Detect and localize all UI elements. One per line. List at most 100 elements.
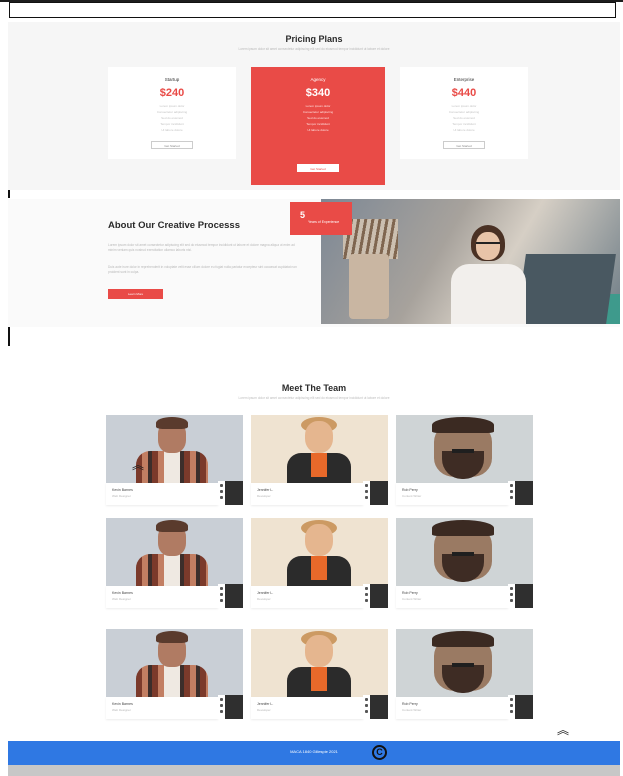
copyright-text: MACA 1840 Gillespie 2021 (290, 749, 338, 754)
plan-price: $340 (305, 87, 331, 99)
plan-price: $240 (159, 87, 185, 99)
team-section: Meet The Team Lorem ipsum dolor sit amet… (8, 363, 620, 741)
member-photo (251, 629, 388, 697)
plan-name: Enterprise (453, 77, 475, 82)
plan-feature: Ut labore dolore (161, 128, 183, 132)
team-card[interactable]: Jennifer L. Developer (251, 518, 388, 608)
team-card[interactable]: Rob Perry Content Writer (396, 629, 533, 719)
social-links[interactable] (363, 481, 370, 505)
team-card[interactable]: Jennifer L. Developer (251, 415, 388, 505)
experience-badge: 5Years of Experience (290, 202, 352, 235)
member-name: Kevin Barnes (112, 702, 133, 706)
social-links[interactable] (508, 481, 515, 505)
member-name: Rob Perry (402, 702, 418, 706)
member-role: Content Writer (402, 494, 422, 498)
address-bar[interactable] (9, 2, 616, 18)
plan-features: Lorem ipsum dolor Consectetur adipiscing… (410, 103, 518, 133)
member-photo (251, 415, 388, 483)
card-shadow (225, 584, 243, 608)
team-card[interactable]: Rob Perry Content Writer (396, 415, 533, 505)
team-subtitle: Lorem ipsum dolor sit amet consectetur a… (238, 396, 390, 400)
card-shadow (370, 695, 388, 719)
team-card[interactable]: Kevin Barnes Web Designer (106, 415, 243, 505)
member-photo (106, 518, 243, 586)
card-shadow (515, 584, 533, 608)
team-card[interactable]: Rob Perry Content Writer (396, 518, 533, 608)
member-role: Developer (257, 494, 271, 498)
social-links[interactable] (363, 584, 370, 608)
about-title: About Our Creative Processs (108, 220, 240, 231)
team-card[interactable]: Jennifer L. Developer (251, 629, 388, 719)
about-section: About Our Creative Processs Lorem ipsum … (8, 199, 620, 327)
member-info: Rob Perry Content Writer (396, 586, 508, 608)
member-photo (251, 518, 388, 586)
member-role: Developer (257, 708, 271, 712)
plan-button[interactable]: Get Started (297, 164, 339, 172)
member-photo (106, 415, 243, 483)
plan-card-enterprise: Enterprise $440 Lorem ipsum dolor Consec… (400, 67, 528, 159)
plan-features: Lorem ipsum dolor Consectetur adipiscing… (261, 103, 375, 133)
member-info: Jennifer L. Developer (251, 586, 363, 608)
member-info: Jennifer L. Developer (251, 483, 363, 505)
member-name: Jennifer L. (257, 702, 274, 706)
member-name: Jennifer L. (257, 488, 274, 492)
member-photo (396, 629, 533, 697)
card-shadow (225, 481, 243, 505)
about-photo (321, 199, 620, 324)
team-card[interactable]: Kevin Barnes Web Designer (106, 518, 243, 608)
member-role: Developer (257, 597, 271, 601)
member-role: Content Writer (402, 597, 422, 601)
member-info: Kevin Barnes Web Designer (106, 483, 218, 505)
social-links[interactable] (363, 695, 370, 719)
bottom-scrollbar[interactable] (8, 765, 620, 776)
member-name: Kevin Barnes (112, 591, 133, 595)
member-photo (396, 415, 533, 483)
team-card[interactable]: Kevin Barnes Web Designer (106, 629, 243, 719)
card-shadow (370, 584, 388, 608)
back-to-top-icon[interactable]: ︽ (557, 724, 569, 736)
plan-features: Lorem ipsum dolor Consectetur adipiscing… (118, 103, 226, 133)
member-role: Web Designer (112, 494, 131, 498)
member-info: Jennifer L. Developer (251, 697, 363, 719)
learn-more-button[interactable]: Learn More (108, 289, 163, 299)
member-name: Rob Perry (402, 488, 418, 492)
badge-text: Years of Experience (308, 220, 340, 224)
social-links[interactable] (218, 584, 225, 608)
member-info: Kevin Barnes Web Designer (106, 697, 218, 719)
card-shadow (515, 481, 533, 505)
plan-price: $440 (451, 87, 477, 99)
social-links[interactable] (508, 695, 515, 719)
laptop-graphic (516, 254, 616, 324)
plan-button[interactable]: Get Started (443, 141, 485, 149)
plan-card-agency: Agency $340 Lorem ipsum dolor Consectetu… (251, 67, 385, 185)
person-glasses (476, 242, 500, 248)
about-paragraph: Lorem ipsum dolor sit amet consectetur a… (108, 243, 295, 252)
member-role: Content Writer (402, 708, 422, 712)
badge-number: 5 (300, 210, 306, 220)
member-name: Rob Perry (402, 591, 418, 595)
plan-feature: Ut labore dolore (453, 128, 475, 132)
footer: MACA 1840 Gillespie 2021 C (8, 741, 620, 765)
member-photo (396, 518, 533, 586)
member-info: Rob Perry Content Writer (396, 697, 508, 719)
plan-card-startup: Startup $240 Lorem ipsum dolor Consectet… (108, 67, 236, 159)
social-links[interactable] (218, 695, 225, 719)
plan-feature: Ut labore dolore (307, 128, 329, 132)
pricing-title: Pricing Plans (285, 34, 343, 44)
pricing-section: Pricing Plans Lorem ipsum dolor sit amet… (8, 22, 620, 190)
person-body (451, 264, 526, 324)
social-links[interactable] (218, 481, 225, 505)
social-links[interactable] (508, 584, 515, 608)
cup-graphic (349, 254, 389, 319)
about-paragraph: Duis aute irure dolor in reprehenderit i… (108, 265, 297, 274)
card-shadow (370, 481, 388, 505)
member-info: Rob Perry Content Writer (396, 483, 508, 505)
member-info: Kevin Barnes Web Designer (106, 586, 218, 608)
plan-button[interactable]: Get Started (151, 141, 193, 149)
member-name: Kevin Barnes (112, 488, 133, 492)
team-title: Meet The Team (281, 383, 347, 393)
member-role: Web Designer (112, 597, 131, 601)
card-shadow (225, 695, 243, 719)
scroll-up-icon[interactable]: ︽ (132, 459, 144, 471)
copyright-icon: C (372, 745, 387, 760)
